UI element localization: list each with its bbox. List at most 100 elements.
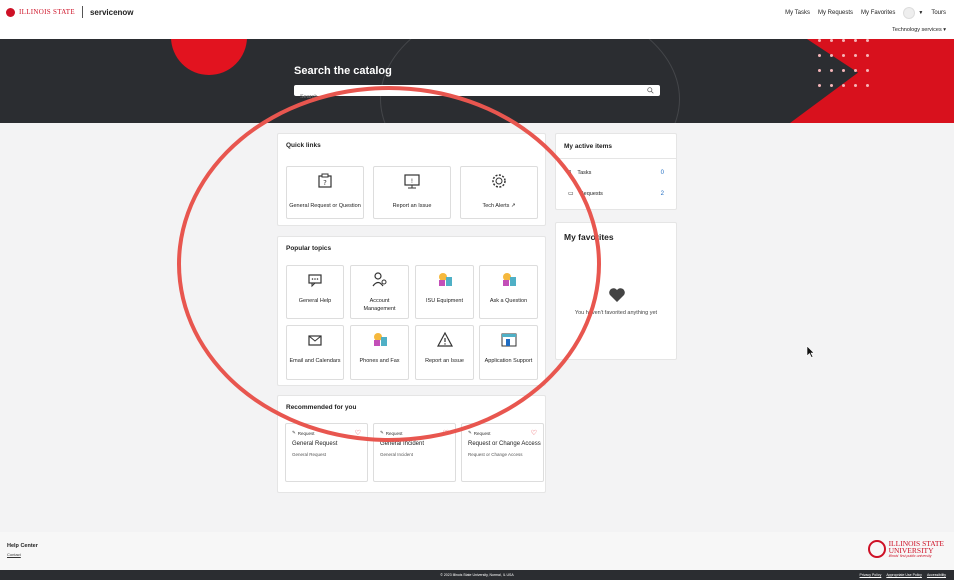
hero-decor-arc (380, 39, 680, 123)
recommended-item[interactable]: ✎ Request ♡ General Incident General Inci… (373, 423, 456, 482)
topic-label: ISU Equipment (426, 298, 463, 304)
comment-icon: ▭ (568, 191, 574, 197)
clipboard-question-icon: ? (318, 173, 332, 188)
recommended-card: Recommended for you ✎ Request ♡ General R… (277, 395, 546, 493)
isu-name-line2: UNIVERSITY (888, 546, 934, 555)
gear-alert-icon (492, 174, 506, 188)
quick-link-label: Tech Alerts ↗ (463, 202, 535, 210)
favorites-title: My favorites (564, 232, 614, 242)
popular-topics-card: Popular topics General Help Account Mana… (277, 236, 546, 386)
user-menu-caret-icon[interactable]: ▼ (918, 10, 923, 16)
isu-wordmark: ILLINOIS STATE UNIVERSITY Illinois' firs… (889, 540, 944, 558)
isu-footer-logo[interactable]: ILLINOIS STATE UNIVERSITY Illinois' firs… (867, 540, 944, 558)
page-footer: Help Center Contact ILLINOIS STATE UNIVE… (0, 532, 954, 570)
recommended-item[interactable]: ✎ Request ♡ General Request General Reque… (285, 423, 368, 482)
topic-general-help[interactable]: General Help (286, 265, 344, 319)
hero-decor-circle (171, 39, 247, 75)
nav-tours[interactable]: Tours (931, 10, 946, 16)
brand-isu-text: ILLINOIS STATE (19, 8, 75, 16)
nav-my-tasks[interactable]: My Tasks (785, 10, 810, 16)
technology-services-label: Technology services (892, 27, 942, 33)
topic-email-calendars[interactable]: Email and Calendars (286, 325, 344, 380)
quick-link-report-issue[interactable]: ! Report an Issue (373, 166, 451, 219)
recommended-item[interactable]: ✎ Request ♡ Request or Change Access Requ… (461, 423, 544, 482)
recommended-item-subtitle: Request or Change Access (468, 452, 523, 457)
phone-icon: ▯ (568, 170, 572, 176)
edit-icon: ✎ (380, 430, 384, 435)
favorites-empty-message: You haven't favorited anything yet (574, 310, 658, 316)
envelope-check-icon (308, 335, 322, 346)
topic-application-support[interactable]: Application Support (479, 325, 538, 380)
shapes-icon (502, 273, 516, 286)
quick-link-tech-alerts[interactable]: Tech Alerts ↗ (460, 166, 538, 219)
active-items-title: My active items (564, 143, 613, 150)
warning-triangle-icon (436, 331, 453, 347)
help-center-title: Help Center (7, 543, 38, 549)
topic-label: Phones and Fax (359, 358, 400, 364)
request-tag-label: Request (473, 430, 491, 436)
edit-icon: ✎ (292, 430, 296, 435)
topic-label: General Help (298, 298, 332, 304)
privacy-policy-link[interactable]: Privacy Policy (860, 573, 882, 577)
favorite-heart-icon[interactable]: ♡ (443, 429, 449, 437)
copyright-text: © 2023 Illinois State University, Normal… (440, 573, 514, 577)
active-row-requests[interactable]: ▭ Requests 2 (568, 190, 664, 198)
nav-my-requests[interactable]: My Requests (818, 10, 853, 16)
catalog-search-input[interactable] (294, 92, 634, 102)
accessibility-link[interactable]: Accessibility (927, 573, 946, 577)
search-icon[interactable] (647, 87, 654, 94)
favorite-heart-icon[interactable]: ♡ (531, 429, 537, 437)
quick-link-label: General Request or Question (289, 203, 361, 209)
mouse-cursor-icon (806, 345, 815, 358)
favorite-heart-icon[interactable]: ♡ (355, 429, 361, 437)
active-items-card: My active items ▯ Tasks 0 ▭ Requests 2 (555, 133, 677, 210)
user-key-icon (372, 272, 386, 287)
nav-my-favorites[interactable]: My Favorites (861, 10, 895, 16)
chevron-down-icon: ▾ (943, 27, 946, 33)
topic-ask-question[interactable]: Ask a Question (479, 265, 538, 319)
request-tag: ✎ Request (380, 430, 403, 436)
recommended-item-subtitle: General Request (292, 452, 327, 457)
topic-report-issue[interactable]: Report an Issue (415, 325, 474, 380)
bottom-bar: © 2023 Illinois State University, Normal… (0, 570, 954, 580)
active-row-count[interactable]: 0 (661, 170, 664, 176)
recommended-item-title: General Incident (380, 441, 425, 447)
tech-alerts-label: Tech Alerts (482, 203, 510, 209)
brand-logo[interactable]: ILLINOIS STATE servicenow (6, 6, 134, 18)
heart-icon (609, 288, 625, 302)
svg-text:?: ? (323, 179, 327, 187)
favorites-card: My favorites You haven't favorited anyth… (555, 222, 677, 360)
monitor-alert-icon: ! (404, 174, 420, 189)
popular-topics-title: Popular topics (286, 245, 332, 252)
request-tag: ✎ Request (292, 430, 315, 436)
divider (556, 158, 676, 159)
svg-text:!: ! (411, 178, 413, 185)
active-row-count[interactable]: 2 (661, 191, 664, 197)
appropriate-use-link[interactable]: Appropriate Use Policy (886, 573, 922, 577)
technology-services-dropdown[interactable]: Technology services ▾ (892, 27, 946, 33)
isu-tagline: Illinois' first public university (888, 554, 932, 558)
contact-link[interactable]: Contact (7, 552, 21, 557)
chat-icon (308, 274, 322, 288)
active-row-tasks[interactable]: ▯ Tasks 0 (568, 169, 664, 177)
top-nav-links: My Tasks My Requests My Favorites ▼ Tour… (785, 7, 946, 19)
recommended-item-title: General Request (292, 441, 338, 447)
brand-divider (81, 6, 83, 18)
topic-phones-fax[interactable]: Phones and Fax (350, 325, 409, 380)
app-window-icon (501, 333, 516, 347)
active-row-label: Tasks (577, 169, 592, 176)
quick-link-general-request[interactable]: ? General Request or Question (286, 166, 364, 219)
user-avatar[interactable] (903, 7, 916, 19)
hero-decor-dots (818, 39, 878, 87)
catalog-search-box[interactable] (294, 85, 660, 102)
recommended-item-subtitle: General Incident (380, 452, 414, 457)
hero-banner: Search the catalog (0, 39, 954, 123)
topic-label: Email and Calendars (289, 358, 341, 364)
topic-account-management[interactable]: Account Management (350, 265, 409, 319)
shapes-icon (438, 273, 452, 286)
topic-isu-equipment[interactable]: ISU Equipment (415, 265, 474, 319)
isu-seal-icon (6, 7, 15, 17)
recommended-title: Recommended for you (286, 404, 357, 411)
request-tag: ✎ Request (468, 430, 491, 436)
topic-label: Ask a Question (489, 298, 528, 304)
